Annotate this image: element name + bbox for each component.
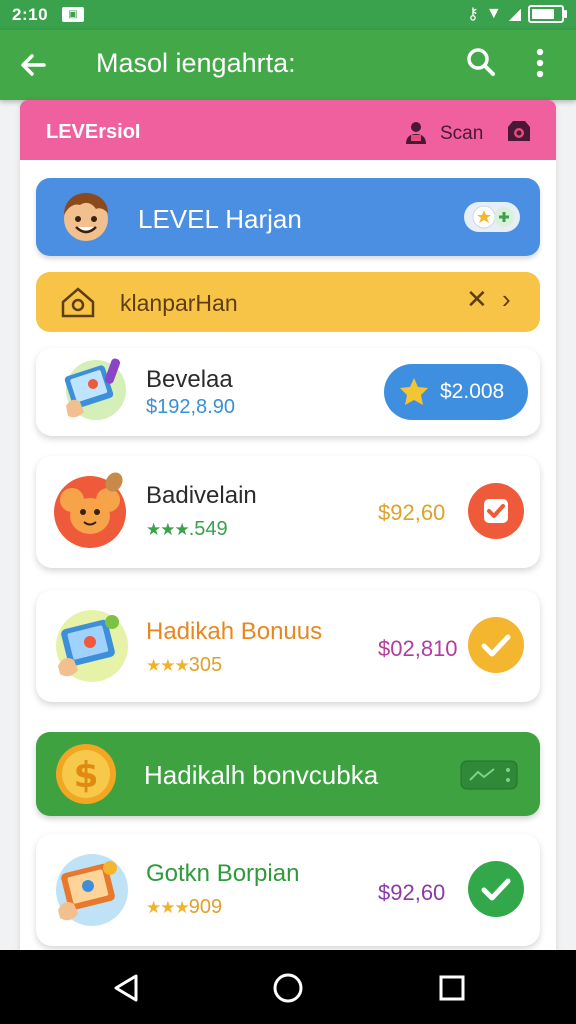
- nav-home-icon[interactable]: [268, 968, 308, 1008]
- level-bar-text: LEVEL Harjan: [138, 204, 302, 234]
- price-button[interactable]: $2.008: [384, 364, 528, 420]
- item-name: Hadikah Bonuus: [146, 618, 323, 645]
- tablet-game-icon: [58, 354, 128, 424]
- app-notification-icon: ▣: [62, 7, 84, 22]
- yellow-bar-text: klanparHan: [120, 290, 238, 316]
- star-icon: [400, 378, 428, 405]
- rating-value: .549: [188, 518, 228, 540]
- avatar: [58, 189, 114, 245]
- person-icon[interactable]: [404, 120, 428, 144]
- rating-stars: ★★★: [146, 898, 190, 917]
- battery-icon: [528, 5, 567, 23]
- main-panel: LEVErsioI Scan LEVEL Harjan klanparHan ✕…: [20, 100, 556, 960]
- key-icon: ⚷: [467, 6, 479, 23]
- bonus-bar-text: Hadikalh bonvcubka: [144, 760, 379, 790]
- item-name: Bevelaa: [146, 366, 233, 393]
- list-item[interactable]: Bevelaa $192,8.90 $2.008: [36, 348, 540, 436]
- rating-stars: ★★★: [146, 656, 190, 675]
- scan-label[interactable]: Scan: [440, 123, 483, 145]
- search-icon[interactable]: [466, 46, 496, 78]
- bonus-bar[interactable]: $ Hadikalh bonvcubka: [36, 732, 540, 816]
- status-icons: ⚷ ▼ ◢: [467, 4, 567, 24]
- close-icon[interactable]: ✕: [466, 284, 488, 315]
- item-price: $02,810: [378, 636, 458, 661]
- page-title: Masol iengahrta:: [96, 48, 296, 78]
- yellow-bar[interactable]: klanparHan ✕ ›: [36, 272, 540, 332]
- item-name: Gotkn Borpian: [146, 860, 300, 887]
- chevron-right-icon[interactable]: ›: [502, 284, 511, 315]
- dollar-coin-icon: $: [50, 740, 122, 808]
- item-value: $192,8.90: [146, 396, 235, 418]
- badge-icon[interactable]: [504, 119, 534, 145]
- rating-stars: ★★★: [146, 520, 190, 539]
- rating-value: 909: [188, 896, 223, 918]
- app-bar: Masol iengahrta:: [0, 30, 576, 100]
- price-button-label: $2.008: [440, 380, 505, 403]
- status-time: 2:10: [12, 5, 49, 24]
- item-price: $92,60: [378, 880, 446, 905]
- list-item[interactable]: Gotkn Borpian ★★★909 $92,60: [36, 834, 540, 946]
- more-vert-icon[interactable]: [530, 44, 550, 87]
- panel-header: LEVErsioI Scan: [20, 100, 556, 160]
- wifi-icon: ▼: [485, 5, 502, 22]
- check-icon[interactable]: [468, 861, 524, 917]
- rating-value: 305: [188, 654, 223, 676]
- nav-recents-icon[interactable]: [432, 968, 472, 1008]
- arrow-left-icon[interactable]: [18, 44, 48, 89]
- check-icon[interactable]: [468, 617, 524, 673]
- wallet-icon[interactable]: [460, 760, 518, 790]
- house-icon: [60, 286, 96, 318]
- panel-header-label: LEVErsioI: [46, 121, 141, 143]
- item-rating: ★★★909: [146, 896, 222, 919]
- signal-icon: ◢: [508, 6, 521, 23]
- toggle-icon[interactable]: [464, 202, 520, 232]
- svg-text:$: $: [73, 755, 98, 796]
- item-rating: ★★★305: [146, 654, 222, 677]
- item-name: Badivelain: [146, 482, 257, 509]
- mouse-icon: [52, 472, 130, 550]
- list-item[interactable]: Hadikah Bonuus ★★★305 $02,810: [36, 590, 540, 702]
- list-item[interactable]: Badivelain ★★★.549 $92,60: [36, 456, 540, 568]
- item-rating: ★★★.549: [146, 518, 228, 541]
- tablet-game-icon: [52, 850, 130, 928]
- item-price: $92,60: [378, 500, 446, 525]
- nav-back-icon[interactable]: [106, 968, 146, 1008]
- check-icon[interactable]: [468, 483, 524, 539]
- level-bar[interactable]: LEVEL Harjan: [36, 178, 540, 256]
- system-nav-bar: [0, 950, 576, 1024]
- status-bar: 2:10 ▣ ⚷ ▼ ◢: [0, 0, 576, 30]
- tablet-game-icon: [52, 606, 130, 684]
